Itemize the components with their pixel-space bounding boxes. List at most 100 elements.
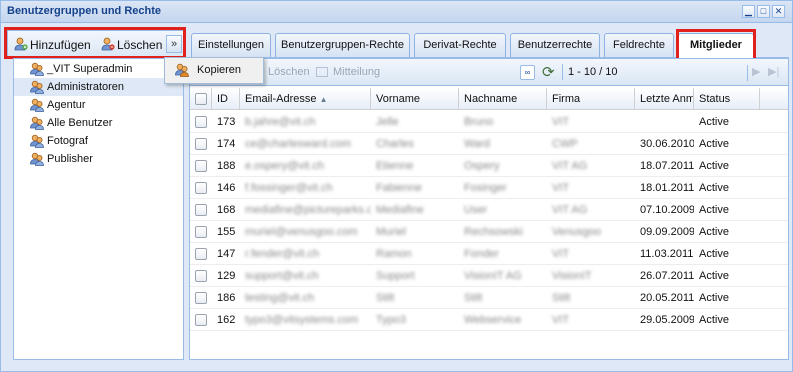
close-icon[interactable]: ✕ — [772, 5, 785, 18]
cell-letzte-anmeldung: 29.05.2009 — [640, 314, 694, 326]
group-list: _VIT Superadmin Administratoren Agentur All… — [13, 58, 184, 360]
cell-nachname: Stilt — [464, 292, 483, 304]
select-all-header[interactable] — [190, 88, 212, 110]
column-header-nachname[interactable]: Nachname — [459, 88, 547, 110]
cell-email: testing@vit.ch — [245, 292, 315, 304]
table-row[interactable]: 129 support@vit.ch Support VisionIT AG Visio… — [190, 265, 788, 287]
group-toolbar: Hinzufügen Löschen » — [7, 30, 184, 58]
cell-vorname: Fabienne — [376, 182, 422, 194]
cell-letzte-anmeldung: 20.05.2011 — [640, 292, 694, 304]
minimize-icon[interactable]: ▁ — [742, 5, 755, 18]
refresh-icon[interactable]: ⟳ — [542, 63, 555, 81]
cell-vorname: Muriel — [376, 226, 406, 238]
cell-nachname: VisionIT AG — [464, 270, 522, 282]
group-item[interactable]: Alle Benutzer — [14, 114, 183, 132]
row-checkbox[interactable] — [195, 270, 207, 282]
row-checkbox[interactable] — [195, 182, 207, 194]
table-row[interactable]: 168 mediafine@pictureparks.com Mediafine Us… — [190, 199, 788, 221]
cell-email: typo3@vitsystems.com — [245, 314, 359, 326]
remove-member-button[interactable]: Löschen — [268, 66, 310, 78]
cell-nachname: Bruno — [464, 116, 494, 128]
group-item[interactable]: _VIT Superadmin — [14, 60, 183, 78]
cell-status: Active — [699, 314, 729, 326]
group-item[interactable]: Fotograf — [14, 132, 183, 150]
column-header-email[interactable]: Email-Adresse ▲ — [240, 88, 371, 110]
table-row[interactable]: 173 b.jahre@vit.ch Jelle Bruno VIT Active — [190, 111, 788, 133]
maximize-icon[interactable]: □ — [757, 5, 770, 18]
notify-button[interactable]: Mitteilung — [333, 66, 380, 78]
tab-feldrechte[interactable]: Feldrechte — [604, 33, 674, 57]
column-header-vorname[interactable]: Vorname — [371, 88, 459, 110]
group-label: Agentur — [47, 99, 86, 111]
row-checkbox[interactable] — [195, 204, 207, 216]
user-group-icon — [30, 62, 44, 76]
next-page-icon[interactable]: ▶ — [752, 65, 760, 78]
cell-email: mediafine@pictureparks.com — [245, 204, 371, 216]
cell-letzte-anmeldung: 18.07.2011 — [640, 160, 694, 172]
group-label: Fotograf — [47, 135, 88, 147]
grid-header: ID Email-Adresse ▲ Vorname Nachname Firm… — [190, 88, 788, 110]
tab-mitglieder[interactable]: Mitglieder — [678, 33, 754, 58]
cell-firma: CWP — [552, 138, 578, 150]
cell-id: 129 — [217, 270, 236, 282]
column-header-status[interactable]: Status — [694, 88, 760, 110]
cell-id: 147 — [217, 248, 236, 260]
tab-einstellungen[interactable]: Einstellungen — [191, 33, 271, 57]
table-row[interactable]: 147 r.fender@vit.ch Ramon Fonder VIT 11.03.20… — [190, 243, 788, 265]
group-label: Administratoren — [47, 81, 125, 93]
tab-benutzerrechte[interactable]: Benutzerrechte — [510, 33, 600, 57]
table-row[interactable]: 174 ce@charlesward.com Charles Ward CWP 30.06… — [190, 133, 788, 155]
user-delete-icon — [101, 37, 115, 51]
row-checkbox[interactable] — [195, 314, 207, 326]
cell-nachname: Rechsowski — [464, 226, 523, 238]
row-checkbox[interactable] — [195, 226, 207, 238]
cell-firma: VIT — [552, 314, 570, 326]
cell-nachname: Fonder — [464, 248, 499, 260]
window-titlebar[interactable]: Benutzergruppen und Rechte ▁ □ ✕ — [1, 1, 792, 23]
cell-vorname: Stilt — [376, 292, 395, 304]
user-group-icon — [30, 152, 44, 166]
cell-nachname: User — [464, 204, 488, 216]
group-label: Publisher — [47, 153, 93, 165]
cell-id: 186 — [217, 292, 236, 304]
menu-item-kopieren[interactable]: Kopieren — [167, 60, 261, 81]
row-checkbox[interactable] — [195, 116, 207, 128]
tab-derivat-rechte[interactable]: Derivat-Rechte — [414, 33, 506, 57]
user-group-icon — [30, 98, 44, 112]
cell-status: Active — [699, 248, 729, 260]
row-checkbox[interactable] — [195, 160, 207, 172]
column-header-letzte-anmeldung[interactable]: Letzte Anm — [635, 88, 694, 110]
tab-benutzergruppen-rechte[interactable]: Benutzergruppen-Rechte — [275, 33, 410, 57]
column-header-firma[interactable]: Firma — [547, 88, 635, 110]
cell-letzte-anmeldung: 26.07.2011 — [640, 270, 694, 282]
export-icon[interactable]: ∞ — [520, 65, 535, 80]
more-actions-button[interactable]: » — [166, 35, 182, 53]
select-all-checkbox[interactable] — [195, 93, 207, 105]
cell-id: 174 — [217, 138, 236, 150]
copy-group-icon — [175, 63, 189, 77]
cell-email: e.ospery@vit.ch — [245, 160, 325, 172]
group-item[interactable]: Administratoren — [14, 78, 183, 96]
table-row[interactable]: 186 testing@vit.ch Stilt Stilt Stilt 20.05.20… — [190, 287, 788, 309]
cell-vorname: Support — [376, 270, 415, 282]
table-row[interactable]: 162 typo3@vitsystems.com Typo3 Webservice VI… — [190, 309, 788, 331]
column-header-id[interactable]: ID — [212, 88, 240, 110]
cell-vorname: Charles — [376, 138, 414, 150]
table-row[interactable]: 146 f.fossinger@vit.ch Fabienne Fosinger VIT… — [190, 177, 788, 199]
cell-firma: VIT — [552, 248, 570, 260]
cell-id: 155 — [217, 226, 236, 238]
cell-vorname: Typo3 — [376, 314, 406, 326]
row-checkbox[interactable] — [195, 248, 207, 260]
cell-firma: VIT — [552, 182, 570, 194]
double-chevron-right-icon: » — [170, 38, 178, 50]
last-page-icon[interactable]: ▶| — [768, 65, 779, 78]
cell-status: Active — [699, 182, 729, 194]
group-item[interactable]: Agentur — [14, 96, 183, 114]
table-row[interactable]: 155 muriel@venusgoo.com Muriel Rechsowski Ve… — [190, 221, 788, 243]
group-item[interactable]: Publisher — [14, 150, 183, 168]
row-checkbox[interactable] — [195, 292, 207, 304]
user-group-icon — [30, 134, 44, 148]
cell-firma: VIT AG — [552, 160, 588, 172]
table-row[interactable]: 188 e.ospery@vit.ch Etienne Ospery VIT AG 18.… — [190, 155, 788, 177]
row-checkbox[interactable] — [195, 138, 207, 150]
